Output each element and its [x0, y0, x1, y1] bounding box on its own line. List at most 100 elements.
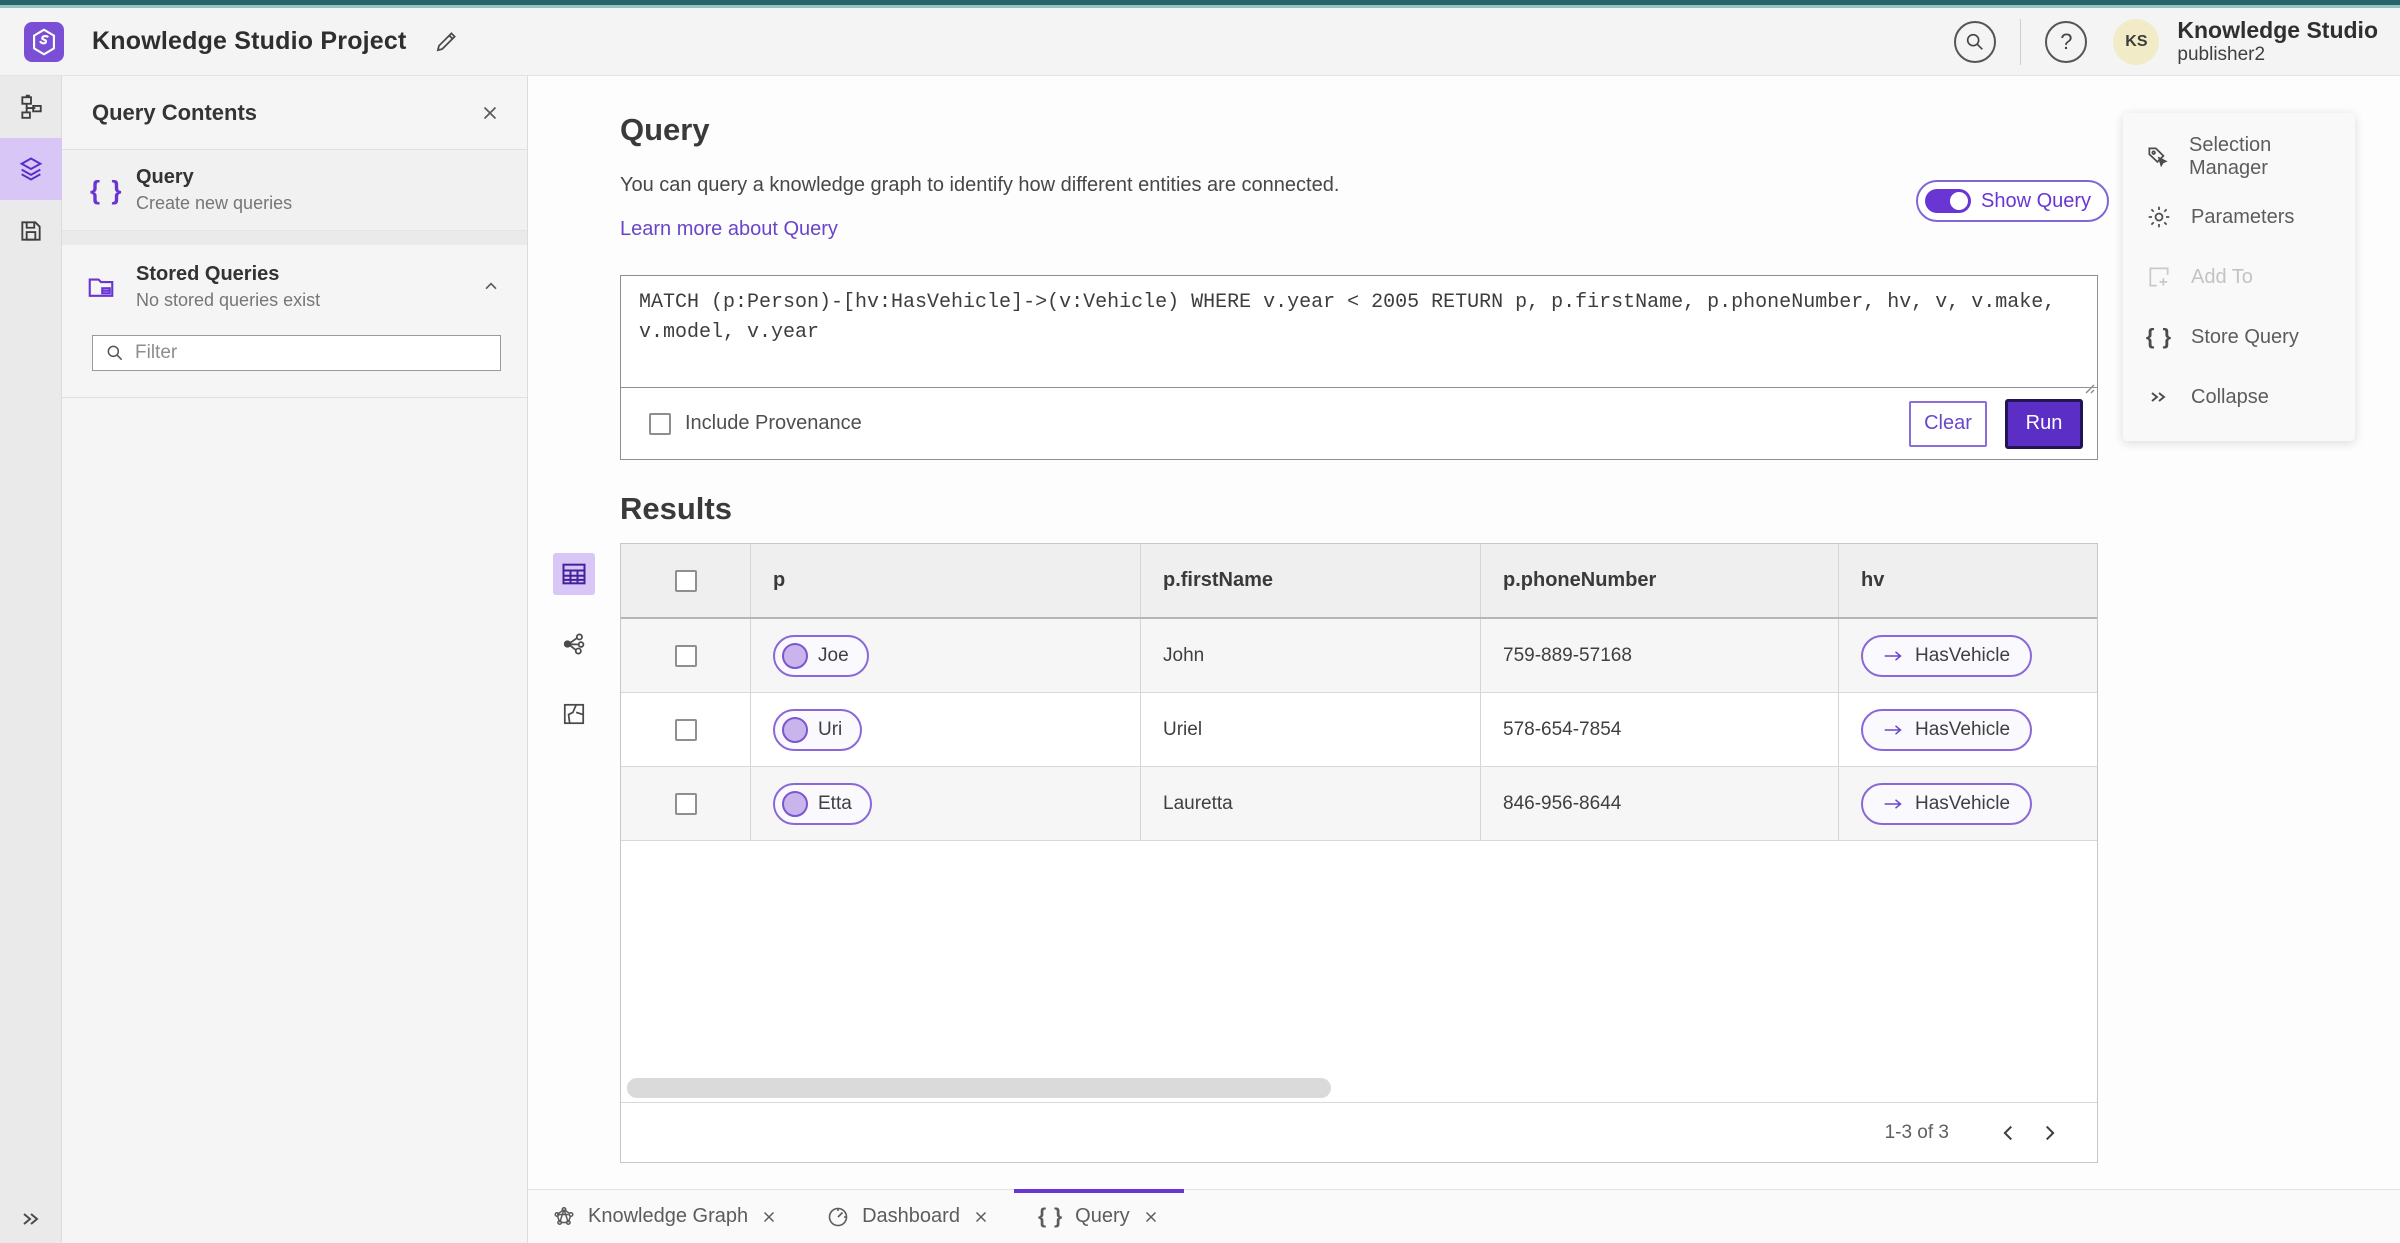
query-actions-panel: Selection Manager Parameters Add To {} …: [2123, 113, 2355, 441]
app-header: Knowledge Studio Project ? KS Knowledge …: [0, 8, 2400, 76]
entity-node-icon: [782, 642, 808, 669]
row-checkbox[interactable]: [674, 718, 697, 741]
expand-panel-icon[interactable]: [0, 1207, 62, 1231]
close-icon[interactable]: [479, 102, 501, 124]
show-query-label: Show Query: [1981, 189, 2092, 212]
close-icon[interactable]: [972, 1208, 990, 1226]
table-row: Joe John 759-889-57168 HasVehicle: [621, 619, 2097, 693]
panel-title: Query Contents: [92, 99, 258, 125]
entity-label: Etta: [818, 792, 852, 814]
include-provenance-checkbox[interactable]: [649, 412, 671, 435]
search-button[interactable]: [1954, 20, 1997, 63]
rail-item-hierarchy[interactable]: [0, 76, 62, 138]
next-page-button[interactable]: [2029, 1113, 2069, 1153]
close-icon[interactable]: [1142, 1208, 1160, 1226]
select-all-checkbox[interactable]: [674, 569, 697, 592]
search-icon: [105, 343, 125, 363]
store-query-label: Store Query: [2191, 325, 2299, 348]
parameters-label: Parameters: [2191, 205, 2295, 228]
edit-title-icon[interactable]: [433, 29, 459, 55]
graph-view-icon: [561, 631, 587, 657]
add-to-button: Add To: [2123, 247, 2355, 307]
chevron-up-icon[interactable]: [481, 277, 501, 297]
user-name: publisher2: [2177, 43, 2266, 65]
map-view-button[interactable]: [553, 693, 595, 735]
store-query-button[interactable]: { } Store Query: [2123, 307, 2355, 367]
entity-node-icon: [782, 790, 808, 817]
relationship-pill[interactable]: HasVehicle: [1861, 634, 2033, 677]
rail-item-query-contents[interactable]: [0, 138, 62, 200]
stored-queries-description: No stored queries exist: [136, 290, 321, 310]
dashboard-icon: [826, 1205, 850, 1229]
query-contents-panel: Query Contents { } Query Create new quer…: [62, 76, 528, 1243]
selection-manager-button[interactable]: Selection Manager: [2123, 127, 2355, 187]
toggle-switch-icon[interactable]: [1925, 189, 1971, 213]
show-query-toggle[interactable]: Show Query: [1916, 180, 2110, 222]
query-description: You can query a knowledge graph to ident…: [620, 174, 1340, 196]
relationship-pill[interactable]: HasVehicle: [1861, 708, 2033, 751]
prev-page-button[interactable]: [1989, 1113, 2029, 1153]
rail-item-save[interactable]: [0, 200, 62, 262]
tab-label: Query: [1075, 1205, 1130, 1227]
add-to-icon: [2145, 264, 2173, 290]
result-view-toggles: [552, 553, 596, 735]
relationship-label: HasVehicle: [1915, 718, 2011, 740]
selection-manager-label: Selection Manager: [2189, 134, 2272, 179]
user-info: Knowledge Studio publisher2: [2177, 17, 2378, 65]
table-view-icon: [560, 560, 588, 588]
filter-field[interactable]: [92, 335, 501, 371]
table-view-button[interactable]: [553, 553, 595, 595]
sidebar-item-query[interactable]: { } Query Create new queries: [62, 150, 527, 231]
learn-more-link[interactable]: Learn more about Query: [620, 218, 838, 241]
stored-queries-label: Stored Queries: [136, 263, 280, 285]
relationship-pill[interactable]: HasVehicle: [1861, 782, 2033, 825]
stored-queries-header[interactable]: Stored Queries No stored queries exist: [62, 245, 527, 321]
parameters-button[interactable]: Parameters: [2123, 187, 2355, 247]
entity-pill[interactable]: Joe: [773, 634, 869, 677]
entity-pill[interactable]: Etta: [773, 782, 872, 825]
run-button[interactable]: Run: [2005, 398, 2083, 449]
relationship-label: HasVehicle: [1915, 792, 2011, 814]
column-header-p[interactable]: p: [751, 544, 1141, 617]
tab-query[interactable]: { } Query: [1013, 1189, 1184, 1243]
arrow-right-icon: [1883, 796, 1903, 812]
row-checkbox[interactable]: [674, 792, 697, 815]
tab-knowledge-graph[interactable]: Knowledge Graph: [528, 1190, 802, 1243]
tab-label: Dashboard: [862, 1205, 960, 1227]
cell-firstname: John: [1141, 619, 1481, 692]
table-footer: 1-3 of 3: [621, 1102, 2097, 1162]
query-item-description: Create new queries: [136, 193, 293, 213]
layers-icon: [17, 155, 45, 183]
horizontal-scrollbar[interactable]: [627, 1078, 1331, 1098]
entity-node-icon: [782, 716, 808, 743]
arrow-right-icon: [1883, 648, 1903, 664]
column-header-hv[interactable]: hv: [1839, 544, 2097, 617]
table-row: Uri Uriel 578-654-7854 HasVehicle: [621, 693, 2097, 767]
column-header-phonenumber[interactable]: p.phoneNumber: [1481, 544, 1839, 617]
entity-label: Joe: [818, 644, 849, 666]
filter-input[interactable]: [135, 342, 465, 364]
graph-view-button[interactable]: [553, 623, 595, 665]
bottom-tab-bar: Knowledge Graph Dashboard { } Query: [528, 1189, 2400, 1243]
save-icon: [18, 218, 44, 244]
knowledge-graph-icon: [552, 1205, 576, 1229]
project-title: Knowledge Studio Project: [92, 27, 407, 55]
close-icon[interactable]: [760, 1208, 778, 1226]
app-window: Knowledge Studio Project ? KS Knowledge …: [0, 0, 2400, 1243]
tab-label: Knowledge Graph: [588, 1205, 749, 1227]
query-input[interactable]: MATCH (p:Person)-[hv:HasVehicle]->(v:Veh…: [621, 276, 2097, 387]
cell-phonenumber: 578-654-7854: [1481, 693, 1839, 766]
help-button[interactable]: ?: [2045, 20, 2088, 63]
avatar[interactable]: KS: [2113, 18, 2160, 65]
collapse-button[interactable]: Collapse: [2123, 367, 2355, 427]
row-checkbox[interactable]: [674, 644, 697, 667]
cell-firstname: Uriel: [1141, 693, 1481, 766]
braces-icon: { }: [90, 174, 124, 205]
clear-button[interactable]: Clear: [1909, 400, 1987, 447]
panel-gap: [62, 231, 527, 245]
collapse-label: Collapse: [2191, 385, 2269, 408]
app-logo-icon[interactable]: [24, 21, 64, 62]
entity-pill[interactable]: Uri: [773, 708, 863, 751]
column-header-firstname[interactable]: p.firstName: [1141, 544, 1481, 617]
tab-dashboard[interactable]: Dashboard: [802, 1190, 1014, 1243]
